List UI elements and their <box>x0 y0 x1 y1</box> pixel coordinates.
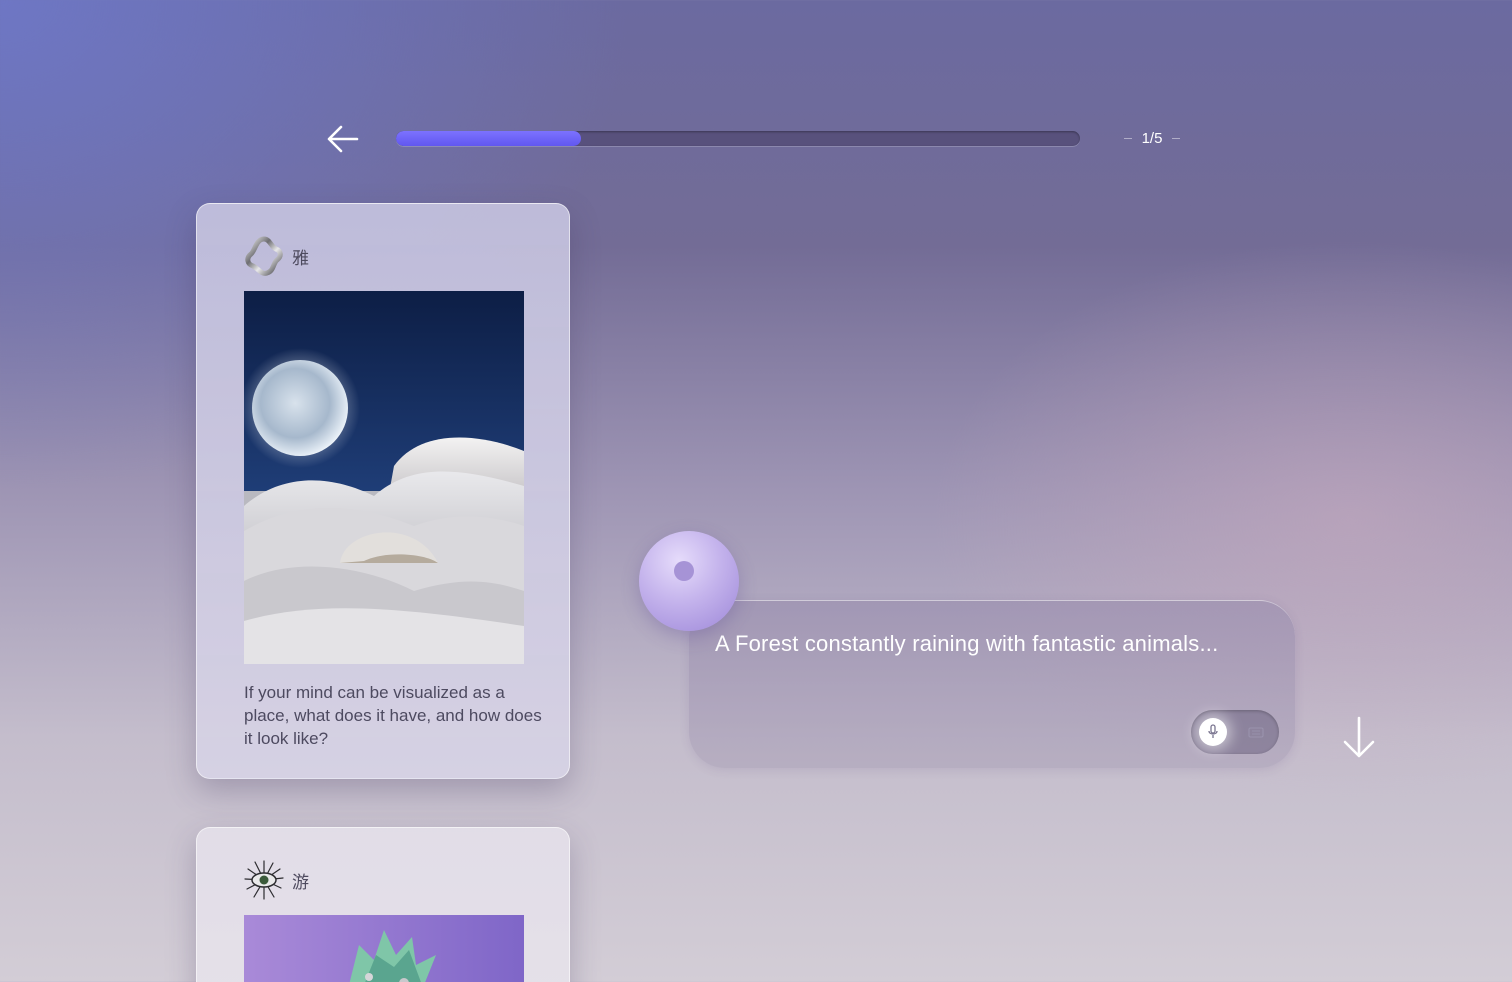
next-button[interactable] <box>1336 714 1382 760</box>
microphone-icon <box>1208 724 1218 738</box>
voice-mode-button[interactable] <box>1199 718 1227 746</box>
counter-dash-left <box>1123 137 1132 139</box>
card-character: 雅 <box>292 248 309 269</box>
answer-text[interactable]: A Forest constantly raining with fantast… <box>715 631 1218 657</box>
spiky-eye-logo-icon <box>244 860 284 900</box>
orb-eye <box>674 561 694 581</box>
card-image <box>244 291 524 664</box>
arrow-down-icon <box>1343 716 1375 758</box>
question-counter: 1/5 <box>1112 128 1192 148</box>
progress-bar-fill <box>396 131 581 146</box>
back-button[interactable] <box>322 118 364 160</box>
orb-avatar <box>639 531 739 631</box>
keyboard-icon <box>1248 727 1264 738</box>
card-question: If your mind can be visualized as a plac… <box>244 683 542 748</box>
moon-dunes-illustration <box>244 291 524 664</box>
prompt-card-next[interactable]: 游 <box>196 827 570 982</box>
keyboard-mode-button[interactable] <box>1247 724 1265 740</box>
card-character: 游 <box>292 872 309 893</box>
card-header: 雅 <box>244 236 309 276</box>
card-image <box>244 915 524 982</box>
counter-text: 1/5 <box>1141 129 1163 147</box>
answer-input-panel[interactable]: A Forest constantly raining with fantast… <box>689 600 1295 768</box>
crystal-creature-illustration <box>244 915 524 982</box>
input-mode-toggle[interactable] <box>1191 710 1279 754</box>
progress-bar <box>396 131 1080 146</box>
counter-dash-right <box>1172 137 1181 139</box>
prompt-card[interactable]: 雅 If your mind can be visualized as a pl… <box>196 203 570 779</box>
chrome-knot-logo-icon <box>245 236 283 276</box>
arrow-left-icon <box>327 125 359 153</box>
card-header: 游 <box>244 860 309 900</box>
